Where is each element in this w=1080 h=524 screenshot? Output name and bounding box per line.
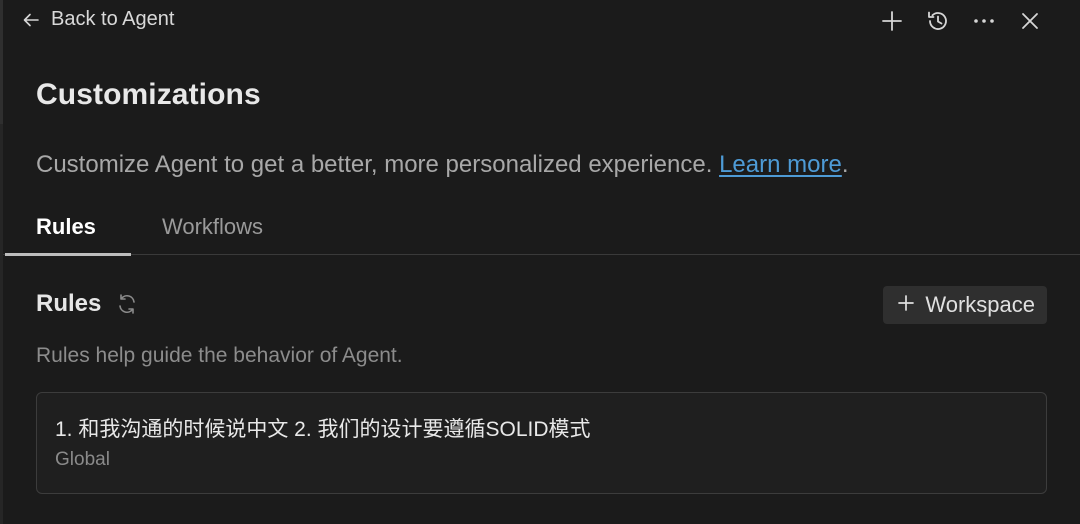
tab-bar: Rules Workflows bbox=[3, 206, 1080, 256]
more-icon[interactable] bbox=[970, 7, 998, 35]
top-actions bbox=[878, 7, 1044, 35]
rule-scope: Global bbox=[55, 449, 110, 470]
tab-rules[interactable]: Rules bbox=[36, 214, 96, 240]
description-period: . bbox=[841, 151, 849, 178]
top-bar: Back to Agent bbox=[3, 0, 1080, 44]
arrow-left-icon bbox=[21, 10, 41, 30]
tab-workflows[interactable]: Workflows bbox=[162, 214, 263, 240]
history-icon[interactable] bbox=[924, 7, 952, 35]
rules-section-title: Rules bbox=[36, 290, 102, 317]
active-tab-indicator bbox=[5, 253, 131, 256]
close-icon[interactable] bbox=[1016, 7, 1044, 35]
rule-text: 1. 和我沟通的时候说中文 2. 我们的设计要遵循SOLID模式 bbox=[55, 418, 591, 441]
back-to-agent-link[interactable]: Back to Agent bbox=[21, 8, 174, 31]
plus-icon[interactable] bbox=[878, 7, 906, 35]
rule-card[interactable]: 1. 和我沟通的时候说中文 2. 我们的设计要遵循SOLID模式 Global bbox=[36, 392, 1047, 494]
page-title: Customizations bbox=[36, 78, 261, 111]
learn-more-link[interactable]: Learn more bbox=[719, 151, 842, 178]
add-workspace-rule-button[interactable]: Workspace bbox=[883, 286, 1047, 324]
add-button-label: Workspace bbox=[925, 292, 1035, 317]
page-description: Customize Agent to get a better, more pe… bbox=[36, 151, 848, 179]
customizations-panel: Back to Agent Customizations Customize A… bbox=[0, 0, 1080, 524]
refresh-icon[interactable] bbox=[115, 292, 139, 316]
back-label: Back to Agent bbox=[51, 8, 175, 30]
rules-section-header: Rules bbox=[36, 290, 139, 318]
description-text: Customize Agent to get a better, more pe… bbox=[36, 151, 713, 178]
rules-description: Rules help guide the behavior of Agent. bbox=[36, 344, 403, 367]
plus-icon bbox=[897, 292, 915, 318]
